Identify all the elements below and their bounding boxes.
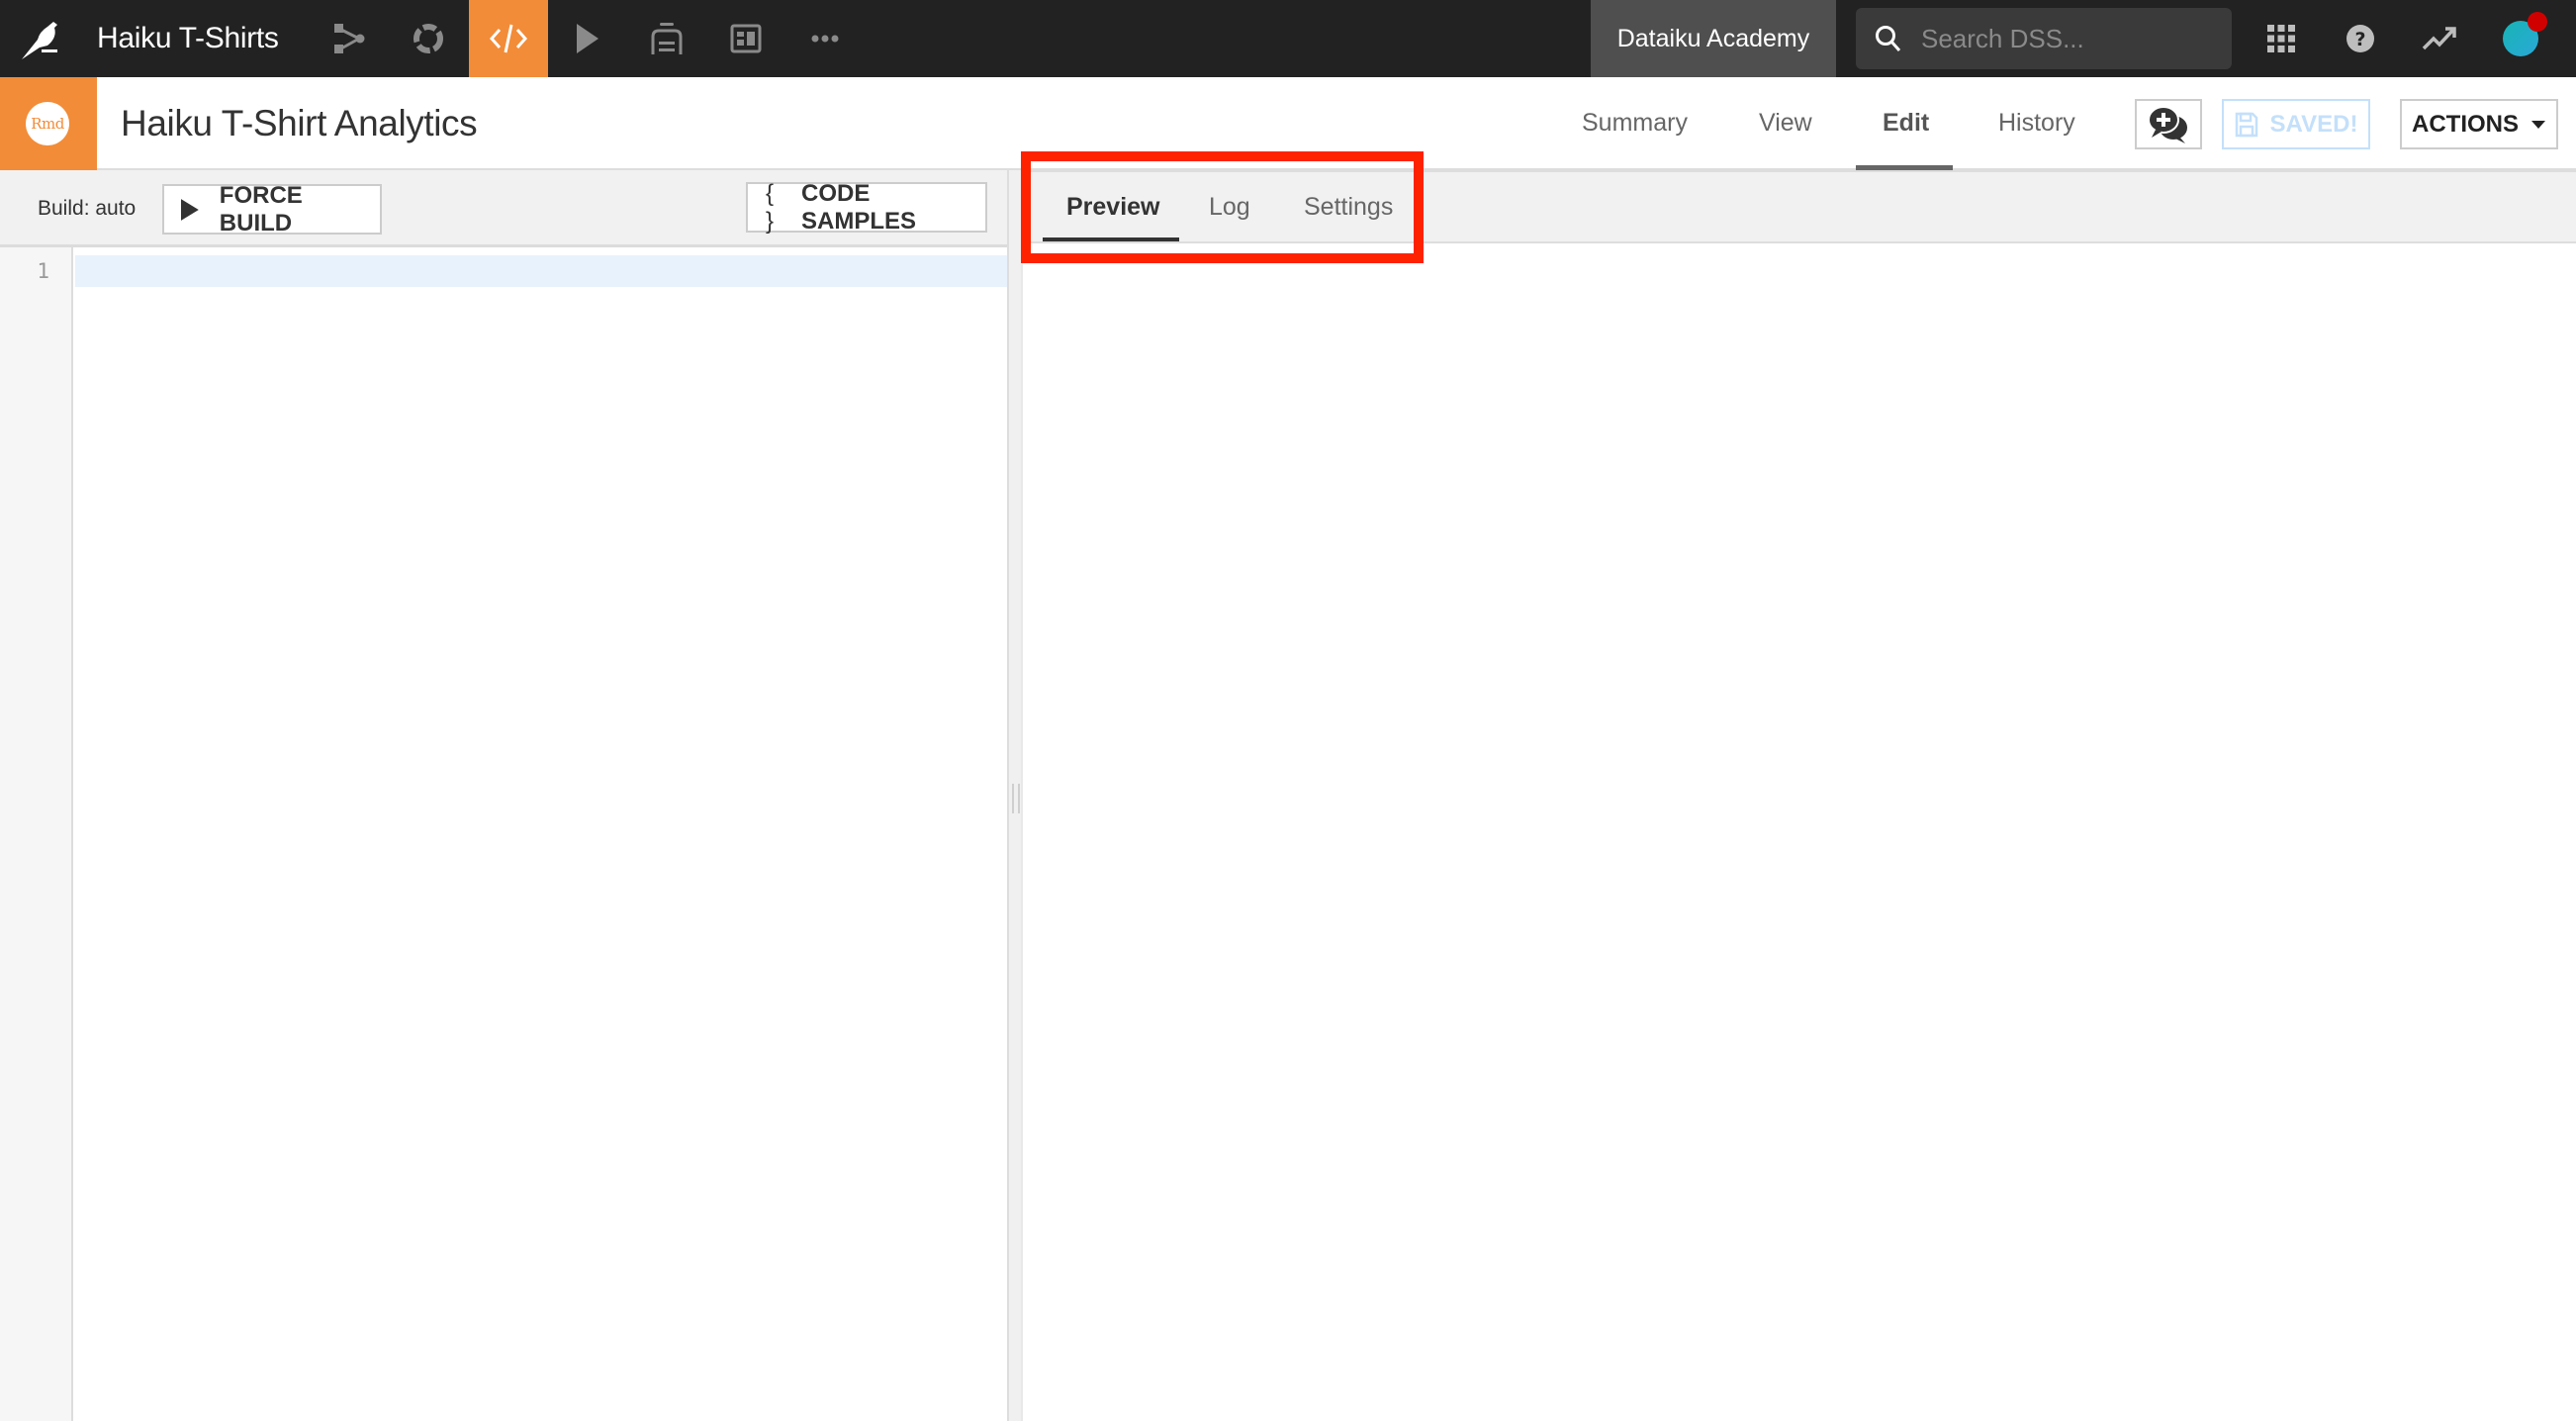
dataiku-bird-logo-icon[interactable] [18, 14, 67, 63]
discussions-button[interactable] [2135, 99, 2202, 149]
notification-dot [2528, 12, 2547, 32]
active-tab-indicator [1043, 237, 1179, 241]
tab-preview[interactable]: Preview [1066, 172, 1160, 241]
add-discussion-icon [2148, 105, 2187, 143]
drag-grip-icon [1012, 784, 1020, 813]
saved-button[interactable]: SAVED! [2222, 99, 2370, 149]
more-icon[interactable] [785, 0, 865, 77]
rmarkdown-icon: Rmd [26, 102, 69, 145]
dashboard-icon[interactable] [706, 0, 785, 77]
instance-name[interactable]: Dataiku Academy [1591, 0, 1836, 77]
line-number-gutter: 1 [0, 247, 73, 1421]
preview-content [1023, 243, 2576, 1421]
page-title[interactable]: Haiku T-Shirt Analytics [121, 77, 478, 170]
search-input[interactable] [1921, 8, 2218, 69]
code-editor[interactable]: 1 [0, 247, 1007, 1421]
preview-tabs-bar: Preview Log Settings [1023, 170, 2576, 243]
rmarkdown-badge: Rmd [0, 77, 97, 170]
line-number: 1 [37, 259, 49, 283]
apps-grid-icon[interactable] [2261, 19, 2301, 58]
help-icon[interactable]: ? [2341, 19, 2380, 58]
code-icon[interactable] [469, 0, 548, 77]
jobs-icon[interactable] [548, 0, 627, 77]
actions-label: ACTIONS [2412, 110, 2519, 138]
caret-down-icon [2531, 120, 2545, 129]
code-samples-button[interactable]: { } CODE SAMPLES [746, 179, 987, 235]
deploy-icon[interactable] [627, 0, 706, 77]
lab-icon[interactable] [389, 0, 468, 77]
save-floppy-icon [2235, 112, 2257, 137]
object-header: Rmd Haiku T-Shirt Analytics Summary View… [0, 77, 2576, 170]
tab-edit[interactable]: Edit [1883, 77, 1929, 170]
force-build-button[interactable]: FORCE BUILD [162, 181, 382, 237]
braces-icon: { } [766, 179, 775, 235]
search-icon [1876, 26, 1901, 51]
play-icon [180, 198, 199, 221]
editor-toolbar: Build: auto FORCE BUILD { } CODE SAMPLES [0, 170, 1007, 247]
top-navigation-bar: Haiku T-Shirts Dataiku Academy ? [0, 0, 2576, 77]
flow-icon[interactable] [310, 0, 389, 77]
build-mode-label: Build: auto [38, 197, 137, 220]
pane-resize-handle[interactable] [1007, 170, 1023, 1421]
tab-summary[interactable]: Summary [1582, 77, 1688, 170]
code-samples-label: CODE SAMPLES [800, 179, 916, 235]
tab-log[interactable]: Log [1209, 172, 1250, 241]
actions-dropdown[interactable]: ACTIONS [2400, 99, 2558, 149]
tab-view[interactable]: View [1759, 77, 1812, 170]
active-line[interactable] [75, 255, 1007, 287]
svg-text:?: ? [2354, 29, 2365, 50]
project-name[interactable]: Haiku T-Shirts [97, 0, 279, 77]
global-search[interactable] [1856, 8, 2232, 69]
activity-trend-icon[interactable] [2420, 19, 2459, 58]
tab-history[interactable]: History [1998, 77, 2075, 170]
saved-label: SAVED! [2269, 110, 2358, 138]
tab-settings[interactable]: Settings [1304, 172, 1393, 241]
force-build-label: FORCE BUILD [219, 181, 303, 237]
